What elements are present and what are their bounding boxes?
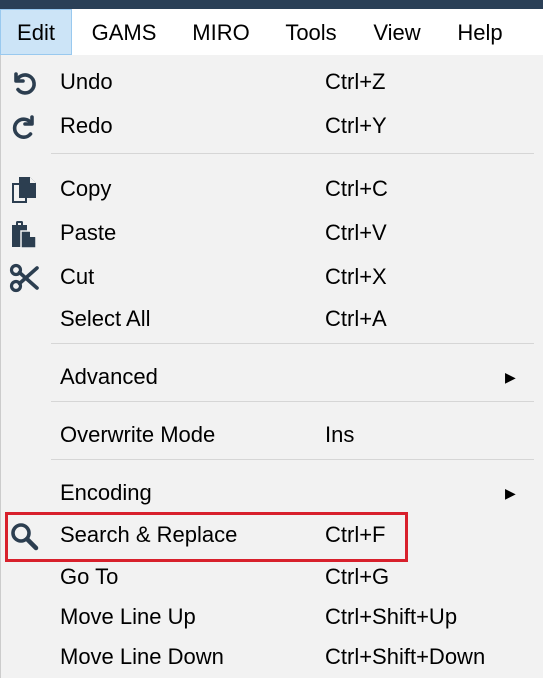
- submenu-arrow-icon: ▶: [505, 369, 516, 385]
- paste-label: Paste: [60, 220, 117, 245]
- menu-tools[interactable]: Tools: [270, 9, 352, 55]
- submenu-arrow-icon: ▶: [505, 485, 516, 501]
- menu-separator: [51, 459, 534, 460]
- menu-item-move-line-up[interactable]: Move Line Up Ctrl+Shift+Up: [1, 596, 543, 638]
- menu-item-overwrite-mode[interactable]: Overwrite Mode Ins: [1, 414, 543, 456]
- undo-label: Undo: [60, 69, 113, 94]
- redo-shortcut: Ctrl+Y: [325, 113, 387, 138]
- copy-shortcut: Ctrl+C: [325, 176, 388, 201]
- move-line-up-label: Move Line Up: [60, 604, 196, 629]
- go-to-shortcut: Ctrl+G: [325, 564, 390, 589]
- search-icon: [8, 520, 40, 552]
- copy-icon: [8, 174, 40, 206]
- cut-label: Cut: [60, 264, 95, 289]
- menu-view[interactable]: View: [356, 9, 438, 55]
- menu-edit[interactable]: Edit: [0, 9, 72, 55]
- edit-dropdown-menu: Undo Ctrl+Z Redo Ctrl+Y Copy Ctrl+C Past…: [0, 55, 543, 678]
- undo-icon: [8, 67, 40, 99]
- menu-item-undo[interactable]: Undo Ctrl+Z: [1, 61, 543, 103]
- menu-separator: [51, 401, 534, 402]
- search-replace-shortcut: Ctrl+F: [325, 522, 386, 547]
- menu-bar: Edit GAMS MIRO Tools View Help: [0, 9, 543, 56]
- menu-item-cut[interactable]: Cut Ctrl+X: [1, 256, 543, 298]
- encoding-label: Encoding: [60, 480, 152, 505]
- menu-separator: [51, 343, 534, 344]
- menu-help[interactable]: Help: [440, 9, 520, 55]
- menu-item-redo[interactable]: Redo Ctrl+Y: [1, 105, 543, 147]
- overwrite-mode-label: Overwrite Mode: [60, 422, 216, 447]
- menu-item-search-replace[interactable]: Search & Replace Ctrl+F: [1, 514, 543, 556]
- redo-icon: [8, 111, 40, 143]
- menu-gams[interactable]: GAMS: [76, 9, 172, 55]
- paste-shortcut: Ctrl+V: [325, 220, 387, 245]
- menu-item-move-line-down[interactable]: Move Line Down Ctrl+Shift+Down: [1, 636, 543, 678]
- menu-item-copy[interactable]: Copy Ctrl+C: [1, 168, 543, 210]
- select-all-shortcut: Ctrl+A: [325, 306, 387, 331]
- redo-label: Redo: [60, 113, 113, 138]
- move-line-up-shortcut: Ctrl+Shift+Up: [325, 604, 458, 629]
- advanced-label: Advanced: [60, 364, 158, 389]
- paste-icon: [8, 218, 40, 250]
- overwrite-mode-shortcut: Ins: [325, 422, 355, 447]
- title-bar-strip: [0, 0, 543, 9]
- search-replace-label: Search & Replace: [60, 522, 238, 547]
- menu-miro[interactable]: MIRO: [176, 9, 266, 55]
- move-line-down-label: Move Line Down: [60, 644, 224, 669]
- menu-item-go-to[interactable]: Go To Ctrl+G: [1, 556, 543, 598]
- undo-shortcut: Ctrl+Z: [325, 69, 386, 94]
- select-all-label: Select All: [60, 306, 151, 331]
- menu-item-advanced[interactable]: Advanced ▶: [1, 356, 543, 398]
- menu-separator: [51, 153, 534, 154]
- cut-shortcut: Ctrl+X: [325, 264, 387, 289]
- menu-item-select-all[interactable]: Select All Ctrl+A: [1, 298, 543, 340]
- menu-item-paste[interactable]: Paste Ctrl+V: [1, 212, 543, 254]
- scissors-icon: [8, 262, 40, 294]
- move-line-down-shortcut: Ctrl+Shift+Down: [325, 644, 486, 669]
- menu-item-encoding[interactable]: Encoding ▶: [1, 472, 543, 514]
- copy-label: Copy: [60, 176, 112, 201]
- go-to-label: Go To: [60, 564, 119, 589]
